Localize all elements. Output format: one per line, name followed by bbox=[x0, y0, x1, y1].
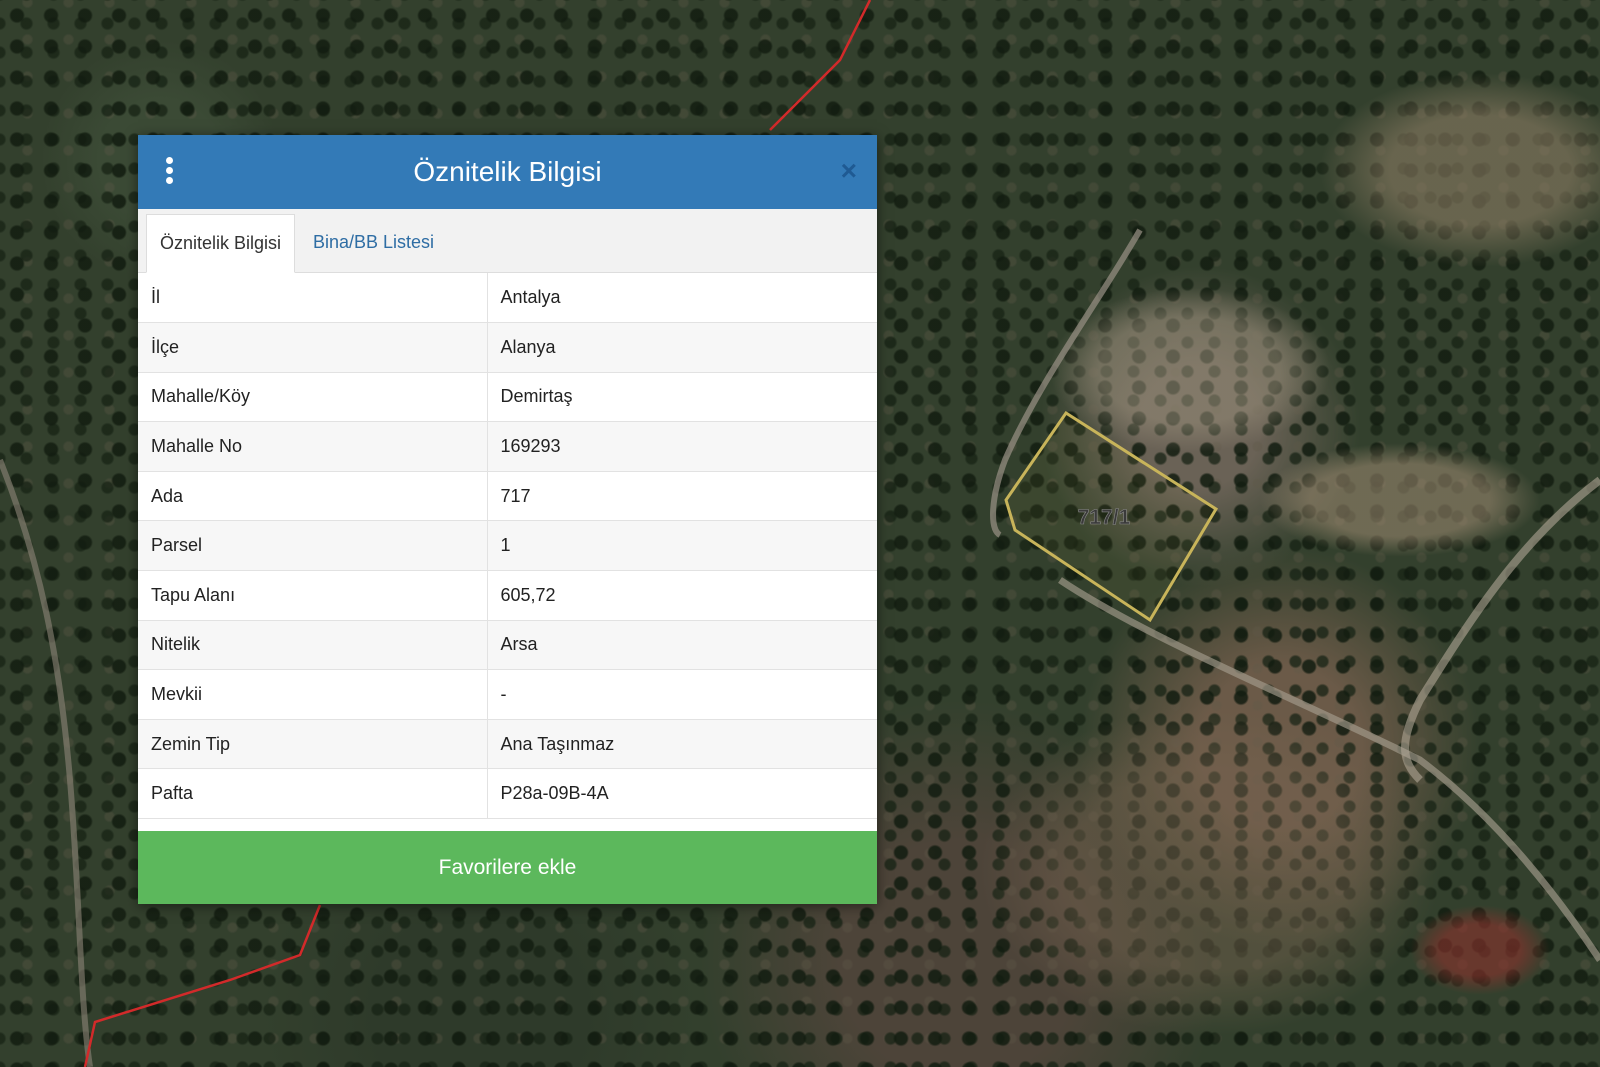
tab-attribute-info[interactable]: Öznitelik Bilgisi bbox=[146, 214, 296, 273]
red-boundary-line bbox=[83, 904, 322, 1067]
table-row: İlçe Alanya bbox=[138, 322, 877, 373]
row-value: Arsa bbox=[487, 620, 877, 671]
row-key: İlçe bbox=[138, 322, 488, 373]
row-key: Nitelik bbox=[138, 620, 488, 671]
row-key: Parsel bbox=[138, 520, 488, 572]
row-key: Ada bbox=[138, 471, 488, 522]
close-icon[interactable]: × bbox=[841, 153, 857, 189]
row-key: Mahalle No bbox=[138, 421, 488, 472]
table-row: Nitelik Arsa bbox=[138, 620, 877, 671]
dialog-header: Öznitelik Bilgisi × bbox=[138, 135, 877, 209]
table-row: İl Antalya bbox=[138, 273, 877, 324]
red-boundary-line bbox=[769, 0, 872, 131]
table-row: Zemin Tip Ana Taşınmaz bbox=[138, 719, 877, 770]
row-value: - bbox=[487, 669, 877, 720]
table-row: Mevkii - bbox=[138, 669, 877, 720]
row-key: Mahalle/Köy bbox=[138, 372, 488, 423]
row-key: Mevkii bbox=[138, 669, 488, 720]
row-value: P28a-09B-4A bbox=[487, 768, 877, 820]
row-value: 717 bbox=[487, 471, 877, 522]
tab-building-list[interactable]: Bina/BB Listesi bbox=[300, 214, 447, 271]
table-row: Mahalle/Köy Demirtaş bbox=[138, 372, 877, 423]
table-row: Mahalle No 169293 bbox=[138, 421, 877, 472]
dialog-tabs: Öznitelik Bilgisi Bina/BB Listesi bbox=[138, 209, 877, 273]
row-key: Pafta bbox=[138, 768, 488, 820]
row-key: Tapu Alanı bbox=[138, 570, 488, 621]
row-value: Antalya bbox=[487, 273, 877, 324]
dialog-title: Öznitelik Bilgisi bbox=[413, 156, 602, 187]
add-to-favorites-button[interactable]: Favorilere ekle bbox=[138, 831, 877, 904]
table-row: Tapu Alanı 605,72 bbox=[138, 570, 877, 621]
row-value: Demirtaş bbox=[487, 372, 877, 423]
more-options-icon[interactable] bbox=[162, 157, 176, 187]
row-value: Alanya bbox=[487, 322, 877, 373]
row-value: 169293 bbox=[487, 421, 877, 472]
attribute-info-dialog: Öznitelik Bilgisi × Öznitelik Bilgisi Bi… bbox=[138, 135, 877, 904]
row-value: 605,72 bbox=[487, 570, 877, 621]
row-key: Zemin Tip bbox=[138, 719, 488, 770]
row-key: İl bbox=[138, 273, 488, 324]
table-row: Pafta P28a-09B-4A bbox=[138, 768, 877, 820]
row-value: 1 bbox=[487, 520, 877, 572]
row-value: Ana Taşınmaz bbox=[487, 719, 877, 770]
table-row: Ada 717 bbox=[138, 471, 877, 522]
table-row: Parsel 1 bbox=[138, 520, 877, 572]
attribute-table: İl Antalya İlçe Alanya Mahalle/Köy Demirtaş… bbox=[138, 273, 877, 820]
parcel-label: 717/1 bbox=[1078, 506, 1131, 529]
